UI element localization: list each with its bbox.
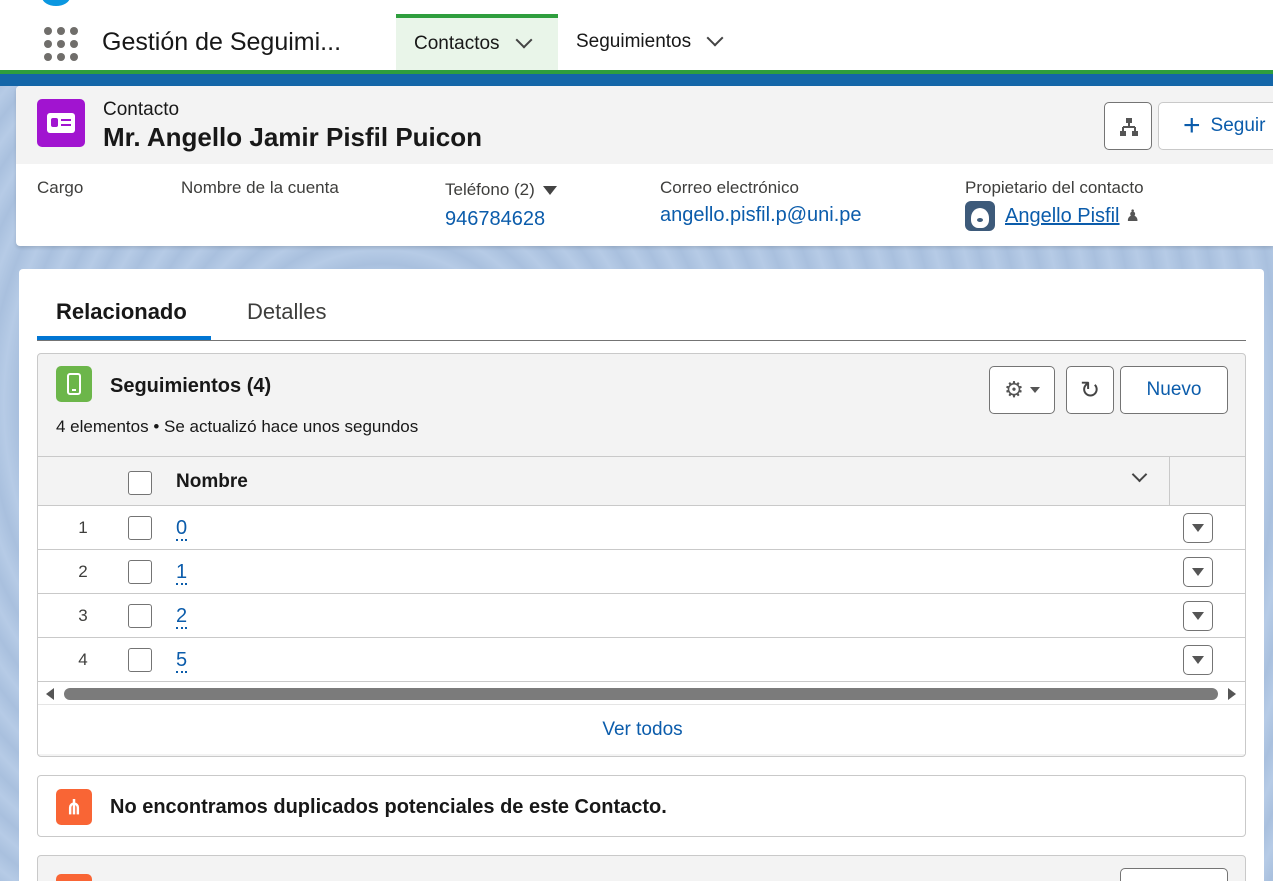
merge-icon: ⋔ xyxy=(56,789,92,825)
field-label-owner: Propietario del contacto xyxy=(965,178,1144,197)
column-divider[interactable] xyxy=(1169,457,1170,505)
tab-detalles[interactable]: Detalles xyxy=(247,299,326,325)
new-button[interactable]: Nuevo xyxy=(1120,366,1228,414)
app-launcher-icon[interactable] xyxy=(44,27,78,61)
table-row: 1 0 xyxy=(38,506,1245,550)
record-type: Contacto xyxy=(103,99,180,120)
contact-icon xyxy=(37,99,85,147)
row-actions-button[interactable] xyxy=(1183,557,1213,587)
row-actions-button[interactable] xyxy=(1183,645,1213,675)
row-checkbox[interactable] xyxy=(128,648,152,672)
telefono-label: Teléfono (2) xyxy=(445,180,535,199)
table-header: Nombre xyxy=(38,456,1245,506)
owner-field: Angello Pisfil ♟ xyxy=(965,201,1140,231)
table-row: 3 2 xyxy=(38,594,1245,638)
row-number: 4 xyxy=(78,650,88,669)
mobile-phone-icon xyxy=(56,366,92,402)
caret-down-icon xyxy=(1192,656,1204,664)
row-number: 3 xyxy=(78,606,88,625)
caret-down-icon xyxy=(1192,524,1204,532)
record-name: Mr. Angello Jamir Pisfil Puicon xyxy=(103,122,483,152)
chevron-down-icon[interactable] xyxy=(706,29,724,47)
row-name-link[interactable]: 0 xyxy=(176,517,188,541)
plus-icon: + xyxy=(1183,109,1201,142)
row-checkbox[interactable] xyxy=(128,604,152,628)
record-tabs: Relacionado Detalles xyxy=(37,269,1246,341)
gear-icon: ⚙ xyxy=(1004,377,1024,402)
follow-button[interactable]: + Seguir xyxy=(1158,102,1273,150)
hierarchy-icon xyxy=(1120,118,1138,136)
tab-relacionado[interactable]: Relacionado xyxy=(56,299,187,325)
nav-tab-seguimientos[interactable]: Seguimientos xyxy=(576,14,746,70)
related-card-icon xyxy=(56,874,92,881)
chevron-down-icon[interactable] xyxy=(515,31,533,49)
nav-tab-label: Contactos xyxy=(414,33,500,54)
column-menu-chevron-icon[interactable] xyxy=(1131,466,1148,483)
nav-divider xyxy=(0,74,1273,86)
scroll-right-arrow-icon[interactable] xyxy=(1228,688,1236,700)
scroll-left-arrow-icon[interactable] xyxy=(46,688,54,700)
row-actions-button[interactable] xyxy=(1183,601,1213,631)
caret-down-icon xyxy=(1029,387,1040,393)
email-value[interactable]: angello.pisfil.p@uni.pe xyxy=(660,204,862,227)
field-label-cargo: Cargo xyxy=(37,178,84,197)
refresh-icon: ↻ xyxy=(1079,376,1101,404)
avatar xyxy=(965,201,995,231)
related-list-title[interactable]: Seguimientos (4) xyxy=(110,375,271,398)
change-owner-icon[interactable]: ♟ xyxy=(1126,206,1140,226)
active-tab-indicator xyxy=(37,336,211,340)
table-row: 2 1 xyxy=(38,550,1245,594)
row-checkbox[interactable] xyxy=(128,516,152,540)
record-header: Contacto Mr. Angello Jamir Pisfil Puicon… xyxy=(16,86,1273,246)
related-table: Nombre 1 0 2 1 3 2 4 5 Ver todos xyxy=(38,456,1245,754)
owner-link[interactable]: Angello Pisfil xyxy=(1005,205,1120,228)
row-number: 1 xyxy=(78,518,88,537)
field-label-telefono[interactable]: Teléfono (2) xyxy=(445,180,557,200)
follow-label: Seguir xyxy=(1210,115,1266,136)
related-list-status: 4 elementos • Se actualizó hace unos seg… xyxy=(56,417,419,436)
view-all-link[interactable]: Ver todos xyxy=(38,704,1245,754)
row-name-link[interactable]: 2 xyxy=(176,605,188,629)
related-list-seguimientos: Seguimientos (4) 4 elementos • Se actual… xyxy=(37,353,1246,757)
hierarchy-button[interactable] xyxy=(1104,102,1152,150)
row-checkbox[interactable] xyxy=(128,560,152,584)
record-header-top: Contacto Mr. Angello Jamir Pisfil Puicon… xyxy=(16,86,1273,164)
duplicates-card: ⋔ No encontramos duplicados potenciales … xyxy=(37,775,1246,837)
field-label-cuenta: Nombre de la cuenta xyxy=(181,178,339,197)
select-all-checkbox[interactable] xyxy=(128,471,152,495)
nav-tab-contactos[interactable]: Contactos xyxy=(396,14,558,70)
list-settings-button[interactable]: ⚙ xyxy=(989,366,1055,414)
horizontal-scrollbar[interactable] xyxy=(38,682,1245,704)
nav-tab-label: Seguimientos xyxy=(576,31,692,52)
caret-down-icon xyxy=(1192,568,1204,576)
next-related-card xyxy=(37,855,1246,881)
table-row: 4 5 xyxy=(38,638,1245,682)
app-name: Gestión de Seguimi... xyxy=(102,28,342,56)
scrollbar-thumb[interactable] xyxy=(64,688,1218,700)
row-name-link[interactable]: 5 xyxy=(176,649,188,673)
row-name-link[interactable]: 1 xyxy=(176,561,188,585)
field-label-email: Correo electrónico xyxy=(660,178,799,197)
row-actions-button[interactable] xyxy=(1183,513,1213,543)
caret-down-icon xyxy=(1192,612,1204,620)
duplicates-message: No encontramos duplicados potenciales de… xyxy=(110,796,667,818)
next-card-button[interactable] xyxy=(1120,868,1228,881)
caret-down-icon[interactable] xyxy=(542,186,557,196)
main-content: Relacionado Detalles Seguimientos (4) 4 … xyxy=(19,269,1264,881)
telefono-value[interactable]: 946784628 xyxy=(445,208,545,231)
refresh-button[interactable]: ↻ xyxy=(1066,366,1114,414)
global-nav: Gestión de Seguimi... Contactos Seguimie… xyxy=(0,0,1273,70)
column-header-nombre[interactable]: Nombre xyxy=(176,471,248,493)
logo xyxy=(42,0,70,6)
row-number: 2 xyxy=(78,562,88,581)
